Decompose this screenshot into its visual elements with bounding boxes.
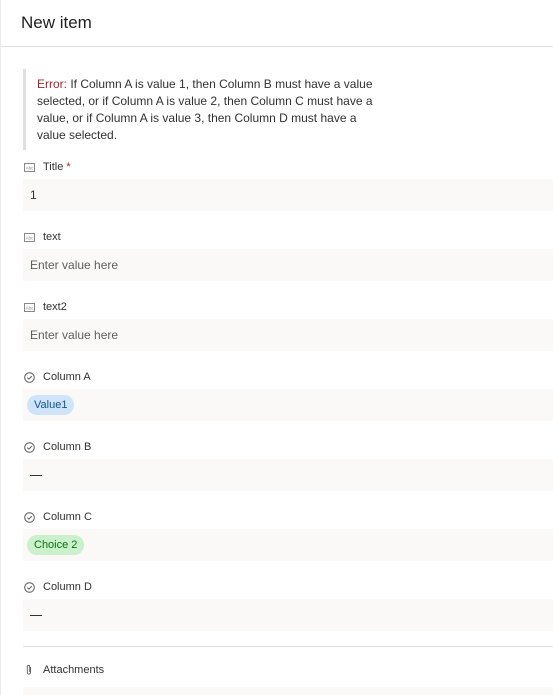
field-text-label: text <box>43 231 61 243</box>
choice-field-icon <box>23 581 35 593</box>
paperclip-icon <box>23 664 35 676</box>
error-label: Error: <box>37 77 67 91</box>
field-title: Abc Title * 1 <box>23 159 553 211</box>
field-column-b-label: Column B <box>43 441 92 453</box>
field-column-c-label-row: Column C <box>23 509 553 525</box>
title-input[interactable]: 1 <box>23 179 553 211</box>
field-column-d: Column D <box>23 579 553 631</box>
text-field-icon: Abc <box>23 161 35 173</box>
text2-input[interactable]: Enter value here <box>23 319 553 351</box>
panel-title: New item <box>21 13 92 32</box>
attachments-label-row: Attachments <box>23 662 553 678</box>
attachments-label: Attachments <box>43 664 105 676</box>
column-a-select[interactable]: Value1 <box>23 389 553 421</box>
field-column-a-label: Column A <box>43 371 91 383</box>
field-column-c: Column C Choice 2 <box>23 509 553 561</box>
text-field-icon: Abc <box>23 231 35 243</box>
field-text: Abc text Enter value here <box>23 229 553 281</box>
text-input[interactable]: Enter value here <box>23 249 553 281</box>
required-marker: * <box>66 161 71 173</box>
field-title-label: Title <box>43 161 64 173</box>
choice-field-icon <box>23 511 35 523</box>
choice-field-icon <box>23 371 35 383</box>
field-text2: Abc text2 Enter value here <box>23 299 553 351</box>
column-d-select[interactable] <box>23 599 553 631</box>
attachments-area[interactable] <box>23 687 553 695</box>
choice-field-icon <box>23 441 35 453</box>
column-c-select[interactable]: Choice 2 <box>23 529 553 561</box>
empty-value-dash <box>30 474 42 476</box>
panel-header: New item <box>1 0 553 47</box>
section-divider <box>23 646 553 647</box>
text-field-icon: Abc <box>23 301 35 313</box>
svg-text:Abc: Abc <box>25 305 34 310</box>
field-column-d-label-row: Column D <box>23 579 553 595</box>
svg-text:Abc: Abc <box>25 165 34 170</box>
field-column-d-label: Column D <box>43 581 92 593</box>
field-column-b: Column B <box>23 439 553 491</box>
empty-value-dash <box>30 614 42 616</box>
field-text-label-row: Abc text <box>23 229 553 245</box>
field-column-b-label-row: Column B <box>23 439 553 455</box>
choice-pill: Value1 <box>27 395 75 415</box>
field-text2-label: text2 <box>43 301 67 313</box>
column-b-select[interactable] <box>23 459 553 491</box>
field-title-label-row: Abc Title * <box>23 159 553 175</box>
field-column-a: Column A Value1 <box>23 369 553 421</box>
field-column-a-label-row: Column A <box>23 369 553 385</box>
field-text2-label-row: Abc text2 <box>23 299 553 315</box>
svg-text:Abc: Abc <box>25 235 34 240</box>
field-column-c-label: Column C <box>43 511 92 523</box>
field-attachments: Attachments <box>23 662 553 678</box>
error-message: Error: If Column A is value 1, then Colu… <box>23 69 387 150</box>
choice-pill: Choice 2 <box>27 535 85 555</box>
error-text: If Column A is value 1, then Column B mu… <box>37 77 373 142</box>
new-item-panel: New item Error: If Column A is value 1, … <box>0 0 553 695</box>
